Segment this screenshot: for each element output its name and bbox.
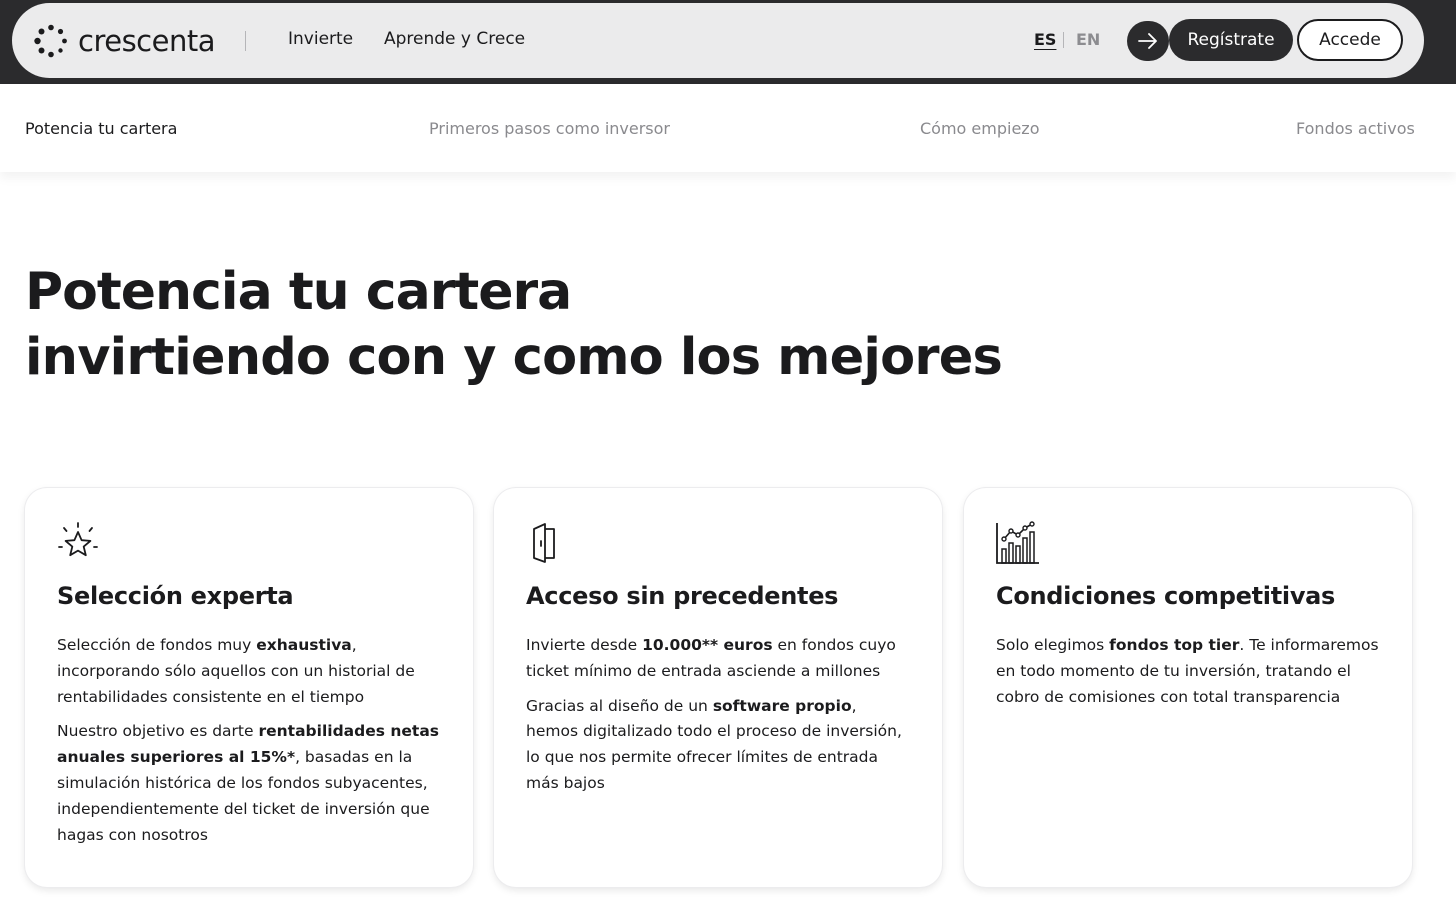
crescenta-logo-icon [34,24,67,58]
section-nav: Potencia tu cartera Primeros pasos como … [0,84,1456,172]
card-title: Selección experta [57,582,294,610]
card-text: Nuestro objetivo es darte [57,722,259,741]
door-icon [533,523,555,563]
card-text-bold: software propio [712,696,852,715]
login-button[interactable]: Accede [1297,19,1403,61]
card-description: Invierte desde 10.000** euros en fondos … [526,633,912,806]
brand-name: crescenta [78,24,216,58]
arrow-button[interactable] [1127,21,1169,61]
star-icon [58,522,98,557]
lang-es-link[interactable]: ES [1034,30,1056,49]
arrow-right-icon [1138,33,1157,49]
card-description: Solo elegimos fondos top tier. Te inform… [996,633,1382,719]
section-nav-item-potencia[interactable]: Potencia tu cartera [25,119,177,138]
section-nav-item-como-empiezo[interactable]: Cómo empiezo [920,119,1039,138]
lang-divider [1063,32,1064,48]
card-text: Invierte desde [526,636,643,654]
top-bar: crescenta Invierte Aprende y Crece ES EN… [0,0,1456,84]
growth-chart-icon [996,521,1039,564]
card-text: Gracias al diseño de un [526,696,713,715]
register-button[interactable]: Regístrate [1169,19,1293,61]
nav-divider [245,31,246,51]
feature-card-seleccion: Selección experta Selección de fondos mu… [25,488,473,887]
page-title: Potencia tu cartera [25,262,572,322]
logo[interactable]: crescenta [34,23,216,59]
feature-card-condiciones: Condiciones competitivas Solo elegimos f… [964,488,1412,887]
card-text-bold: fondos top tier [1109,636,1240,654]
section-nav-item-primeros-pasos[interactable]: Primeros pasos como inversor [429,119,670,138]
card-title: Condiciones competitivas [996,582,1336,610]
card-text-bold: exhaustiva [256,636,352,654]
nav-link-invierte[interactable]: Invierte [288,29,353,49]
section-nav-item-fondos-activos[interactable]: Fondos activos [1296,119,1415,138]
nav-link-aprende-y-crece[interactable]: Aprende y Crece [384,29,525,49]
card-text: Selección de fondos muy [57,636,257,654]
page-subtitle: invirtiendo con y como los mejores [25,328,1003,387]
card-description: Selección de fondos muy exhaustiva, inco… [57,633,443,857]
navbar: crescenta Invierte Aprende y Crece ES EN… [12,3,1424,78]
card-title: Acceso sin precedentes [526,582,839,610]
feature-card-acceso: Acceso sin precedentes Invierte desde 10… [494,488,942,887]
card-text-bold: 10.000** euros [642,636,773,654]
card-text: Solo elegimos [996,636,1110,654]
lang-en-link[interactable]: EN [1076,30,1100,49]
